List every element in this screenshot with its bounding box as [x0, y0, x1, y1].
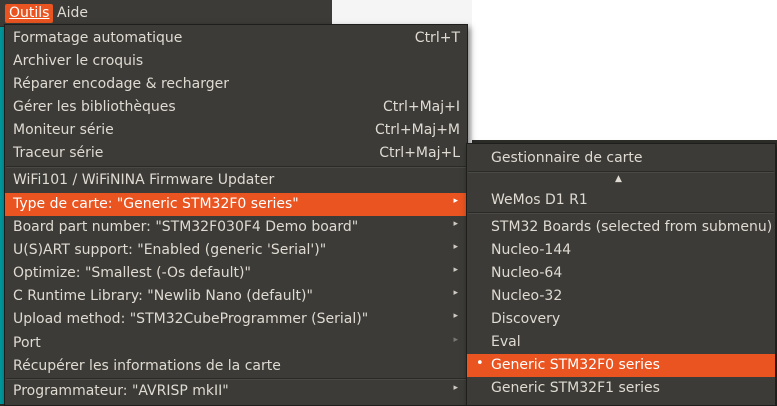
board-submenu: Gestionnaire de carte ▲ WeMos D1 R1 STM3… — [466, 143, 776, 406]
menu-item-label: Traceur série — [13, 145, 104, 161]
menu-item-generic-stm32f0-series[interactable]: • Generic STM32F0 series — [467, 354, 775, 377]
menu-item-label: Archiver le croquis — [13, 53, 144, 69]
menu-item-formatage-automatique[interactable]: Formatage automatique Ctrl+T — [5, 27, 467, 50]
menu-item-wemos-d1-r1[interactable]: WeMos D1 R1 — [467, 189, 775, 212]
menu-separator — [468, 171, 774, 173]
submenu-arrow-icon: ▸ — [453, 219, 458, 229]
menu-item-label: Eval — [491, 334, 521, 350]
menu-item-label: Récupérer les informations de la carte — [13, 358, 281, 374]
submenu-arrow-icon: ▸ — [453, 242, 458, 252]
menu-item-nucleo-32[interactable]: Nucleo-32 — [467, 285, 775, 308]
menu-item-shortcut: Ctrl+T — [414, 30, 460, 46]
menu-item-label: WeMos D1 R1 — [491, 192, 588, 208]
menu-item-label: WiFi101 / WiFiNINA Firmware Updater — [13, 172, 275, 188]
menu-aide[interactable]: Aide — [57, 4, 88, 23]
submenu-arrow-icon: ▸ — [453, 311, 458, 321]
menu-item-shortcut: Ctrl+Maj+I — [382, 99, 460, 115]
tools-menu: Formatage automatique Ctrl+T Archiver le… — [4, 24, 468, 406]
menu-item-type-de-carte[interactable]: Type de carte: "Generic STM32F0 series" … — [5, 193, 467, 216]
menubar: Outils Aide — [0, 0, 332, 27]
menu-item-upload-method[interactable]: Upload method: "STM32CubeProgrammer (Ser… — [5, 308, 467, 331]
submenu-arrow-icon: ▸ — [453, 265, 458, 275]
menu-item-label: Moniteur série — [13, 122, 114, 138]
menu-item-c-runtime-library[interactable]: C Runtime Library: "Newlib Nano (default… — [5, 285, 467, 308]
menu-item-label: Upload method: "STM32CubeProgrammer (Ser… — [13, 311, 369, 327]
menu-item-label: STM32 Boards (selected from submenu) — [491, 219, 773, 235]
submenu-arrow-icon: ▸ — [453, 288, 458, 298]
selected-radio-icon: • — [476, 356, 484, 371]
menu-item-label: Generic STM32F1 series — [491, 380, 660, 396]
menu-item-board-part-number[interactable]: Board part number: "STM32F030F4 Demo boa… — [5, 216, 467, 239]
menu-item-reparer-encodage[interactable]: Réparer encodage & recharger — [5, 73, 467, 96]
scroll-up-icon[interactable]: ▲ — [615, 174, 622, 184]
menu-item-label: Nucleo-144 — [491, 242, 572, 258]
menu-item-label: Programmateur: "AVRISP mkII" — [13, 383, 229, 399]
menu-item-label: U(S)ART support: "Enabled (generic 'Seri… — [13, 242, 327, 258]
menu-item-label: Port — [13, 335, 41, 351]
menu-item-port[interactable]: Port ▸ — [5, 332, 467, 355]
menu-item-label: C Runtime Library: "Newlib Nano (default… — [13, 288, 313, 304]
menu-item-eval[interactable]: Eval — [467, 331, 775, 354]
menu-item-gestionnaire-de-carte[interactable]: Gestionnaire de carte — [467, 147, 775, 170]
menu-item-generic-stm32f1-series[interactable]: Generic STM32F1 series — [467, 377, 775, 400]
menu-item-stm32-boards-header: STM32 Boards (selected from submenu) — [467, 216, 775, 239]
menu-outils[interactable]: Outils — [5, 4, 54, 23]
menu-item-label: Type de carte: "Generic STM32F0 series" — [13, 196, 299, 212]
menu-item-optimize[interactable]: Optimize: "Smallest (-Os default)" ▸ — [5, 262, 467, 285]
menu-item-label: Generic STM32F0 series — [491, 357, 660, 373]
menu-item-label: Gestionnaire de carte — [491, 150, 643, 166]
menu-item-nucleo-64[interactable]: Nucleo-64 — [467, 262, 775, 285]
submenu-arrow-icon: ▸ — [453, 335, 458, 345]
menu-item-label: Discovery — [491, 311, 561, 327]
menu-item-programmateur[interactable]: Programmateur: "AVRISP mkII" ▸ — [5, 380, 467, 403]
menu-item-discovery[interactable]: Discovery — [467, 308, 775, 331]
menu-item-label: Nucleo-32 — [491, 288, 563, 304]
menu-item-label: Formatage automatique — [13, 30, 183, 46]
submenu-arrow-icon: ▸ — [453, 196, 458, 206]
menu-item-shortcut: Ctrl+Maj+M — [375, 122, 460, 138]
menu-separator — [468, 212, 774, 214]
menu-item-label: Nucleo-64 — [491, 265, 563, 281]
menu-item-moniteur-serie[interactable]: Moniteur série Ctrl+Maj+M — [5, 119, 467, 142]
menu-item-label: Board part number: "STM32F030F4 Demo boa… — [13, 219, 359, 235]
menu-item-firmware-updater[interactable]: WiFi101 / WiFiNINA Firmware Updater — [5, 169, 467, 192]
submenu-arrow-icon: ▸ — [453, 383, 458, 393]
menu-item-traceur-serie[interactable]: Traceur série Ctrl+Maj+L — [5, 142, 467, 165]
menu-separator — [6, 166, 466, 168]
menu-item-archiver-le-croquis[interactable]: Archiver le croquis — [5, 50, 467, 73]
menu-item-shortcut: Ctrl+Maj+L — [379, 145, 460, 161]
menu-item-nucleo-144[interactable]: Nucleo-144 — [467, 239, 775, 262]
menu-item-label: Réparer encodage & recharger — [13, 76, 229, 92]
menu-item-label: Optimize: "Smallest (-Os default)" — [13, 265, 251, 281]
menu-item-gerer-bibliotheques[interactable]: Gérer les bibliothèques Ctrl+Maj+I — [5, 96, 467, 119]
menu-item-label: Gérer les bibliothèques — [13, 99, 176, 115]
menu-item-usart-support[interactable]: U(S)ART support: "Enabled (generic 'Seri… — [5, 239, 467, 262]
menu-item-recuperer-informations[interactable]: Récupérer les informations de la carte — [5, 355, 467, 378]
